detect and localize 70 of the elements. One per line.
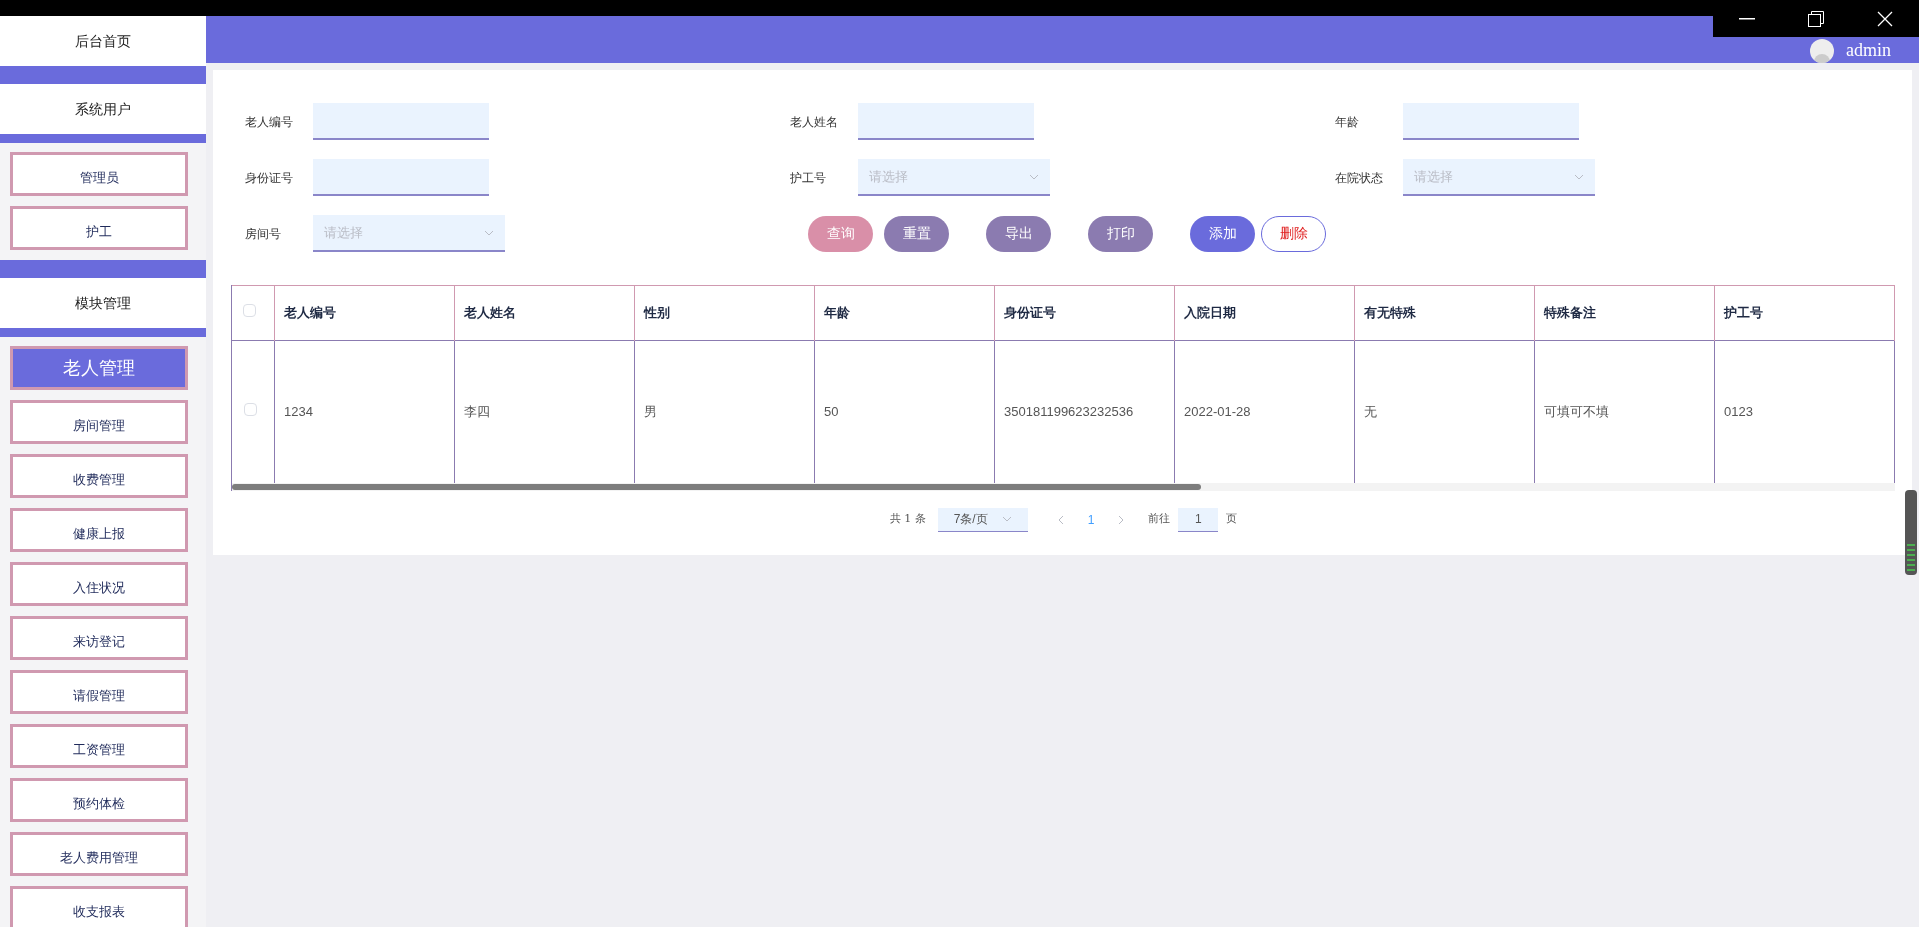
table-cell: 2022-01-28 xyxy=(1184,404,1251,419)
text-field[interactable] xyxy=(313,103,489,140)
total-count: 共 1 条 xyxy=(889,511,926,528)
table-cell: 可填可不填 xyxy=(1544,404,1609,419)
sidebar-item[interactable]: 预约体检 xyxy=(10,778,188,822)
field-label: 护工号 xyxy=(790,169,827,187)
chevron-down-icon xyxy=(484,229,494,236)
export-button[interactable]: 导出 xyxy=(986,215,1051,252)
column-header: 特殊备注 xyxy=(1544,305,1596,321)
goto-label: 前往 xyxy=(1148,511,1171,528)
field-label: 房间号 xyxy=(245,225,282,243)
field-label: 身份证号 xyxy=(245,169,294,187)
print-button[interactable]: 打印 xyxy=(1088,215,1153,252)
sidebar-item[interactable]: 入住状况 xyxy=(10,562,188,606)
column-header: 老人编号 xyxy=(284,305,336,321)
sidebar-item[interactable]: 来访登记 xyxy=(10,616,188,660)
sidebar-heading[interactable]: 后台首页 xyxy=(0,16,206,66)
column-header: 年龄 xyxy=(824,305,850,321)
column-header: 老人姓名 xyxy=(464,305,516,321)
reset-button[interactable]: 重置 xyxy=(884,215,949,252)
field-label: 老人编号 xyxy=(245,113,294,131)
page-input[interactable]: 1 xyxy=(1178,507,1219,532)
field-label: 在院状态 xyxy=(1335,169,1384,187)
field-label: 年龄 xyxy=(1335,113,1360,131)
delete-button[interactable]: 删除 xyxy=(1261,215,1326,252)
vertical-scrollbar[interactable] xyxy=(1905,490,1917,575)
avatar-icon[interactable] xyxy=(1810,38,1834,63)
text-field[interactable] xyxy=(1403,103,1579,140)
sidebar-item[interactable]: 收费管理 xyxy=(10,454,188,498)
sidebar-item[interactable]: 健康上报 xyxy=(10,508,188,552)
page-size-select[interactable]: 7条/页 xyxy=(937,507,1028,532)
column-header: 入院日期 xyxy=(1184,305,1236,321)
table-cell: 350181199623232536 xyxy=(1004,404,1134,419)
minimize-icon[interactable] xyxy=(1739,17,1756,20)
checkbox[interactable] xyxy=(244,403,257,416)
chevron-left-icon[interactable] xyxy=(1057,514,1064,525)
table-cell: 1234 xyxy=(284,404,313,419)
table-cell: 男 xyxy=(644,404,657,419)
column-header: 护工号 xyxy=(1724,305,1763,321)
sidebar-item[interactable]: 老人费用管理 xyxy=(10,832,188,876)
user-name[interactable]: admin xyxy=(1846,37,1891,64)
sidebar-heading[interactable]: 系统用户 xyxy=(0,84,206,134)
chevron-down-icon xyxy=(1029,173,1039,180)
text-field[interactable] xyxy=(313,159,489,196)
table-cell: 李四 xyxy=(464,404,490,419)
chevron-down-icon xyxy=(1001,516,1012,522)
table-cell: 0123 xyxy=(1724,404,1753,419)
horizontal-scrollbar[interactable] xyxy=(232,483,1201,490)
table-cell: 50 xyxy=(824,404,839,419)
page-suffix: 页 xyxy=(1226,511,1238,528)
chevron-down-icon xyxy=(1574,173,1584,180)
column-header: 性别 xyxy=(644,305,670,321)
column-header: 有无特殊 xyxy=(1364,305,1416,321)
add-button[interactable]: 添加 xyxy=(1190,215,1255,252)
sidebar-item[interactable]: 请假管理 xyxy=(10,670,188,714)
restore-icon[interactable] xyxy=(1808,10,1824,27)
sidebar-heading[interactable]: 模块管理 xyxy=(0,278,206,328)
sidebar-item[interactable]: 房间管理 xyxy=(10,400,188,444)
sidebar-item[interactable]: 护工 xyxy=(10,206,188,250)
table-cell: 无 xyxy=(1364,404,1377,419)
text-field[interactable] xyxy=(858,103,1034,140)
field-label: 老人姓名 xyxy=(790,113,839,131)
sidebar-item[interactable]: 工资管理 xyxy=(10,724,188,768)
sidebar-item[interactable]: 收支报表 xyxy=(10,886,188,927)
chevron-right-icon[interactable] xyxy=(1118,514,1125,525)
sidebar-item[interactable]: 老人管理 xyxy=(10,346,188,390)
checkbox[interactable] xyxy=(243,304,256,318)
column-header: 身份证号 xyxy=(1004,305,1056,321)
close-icon[interactable] xyxy=(1876,10,1893,27)
sidebar-item[interactable]: 管理员 xyxy=(10,152,188,196)
